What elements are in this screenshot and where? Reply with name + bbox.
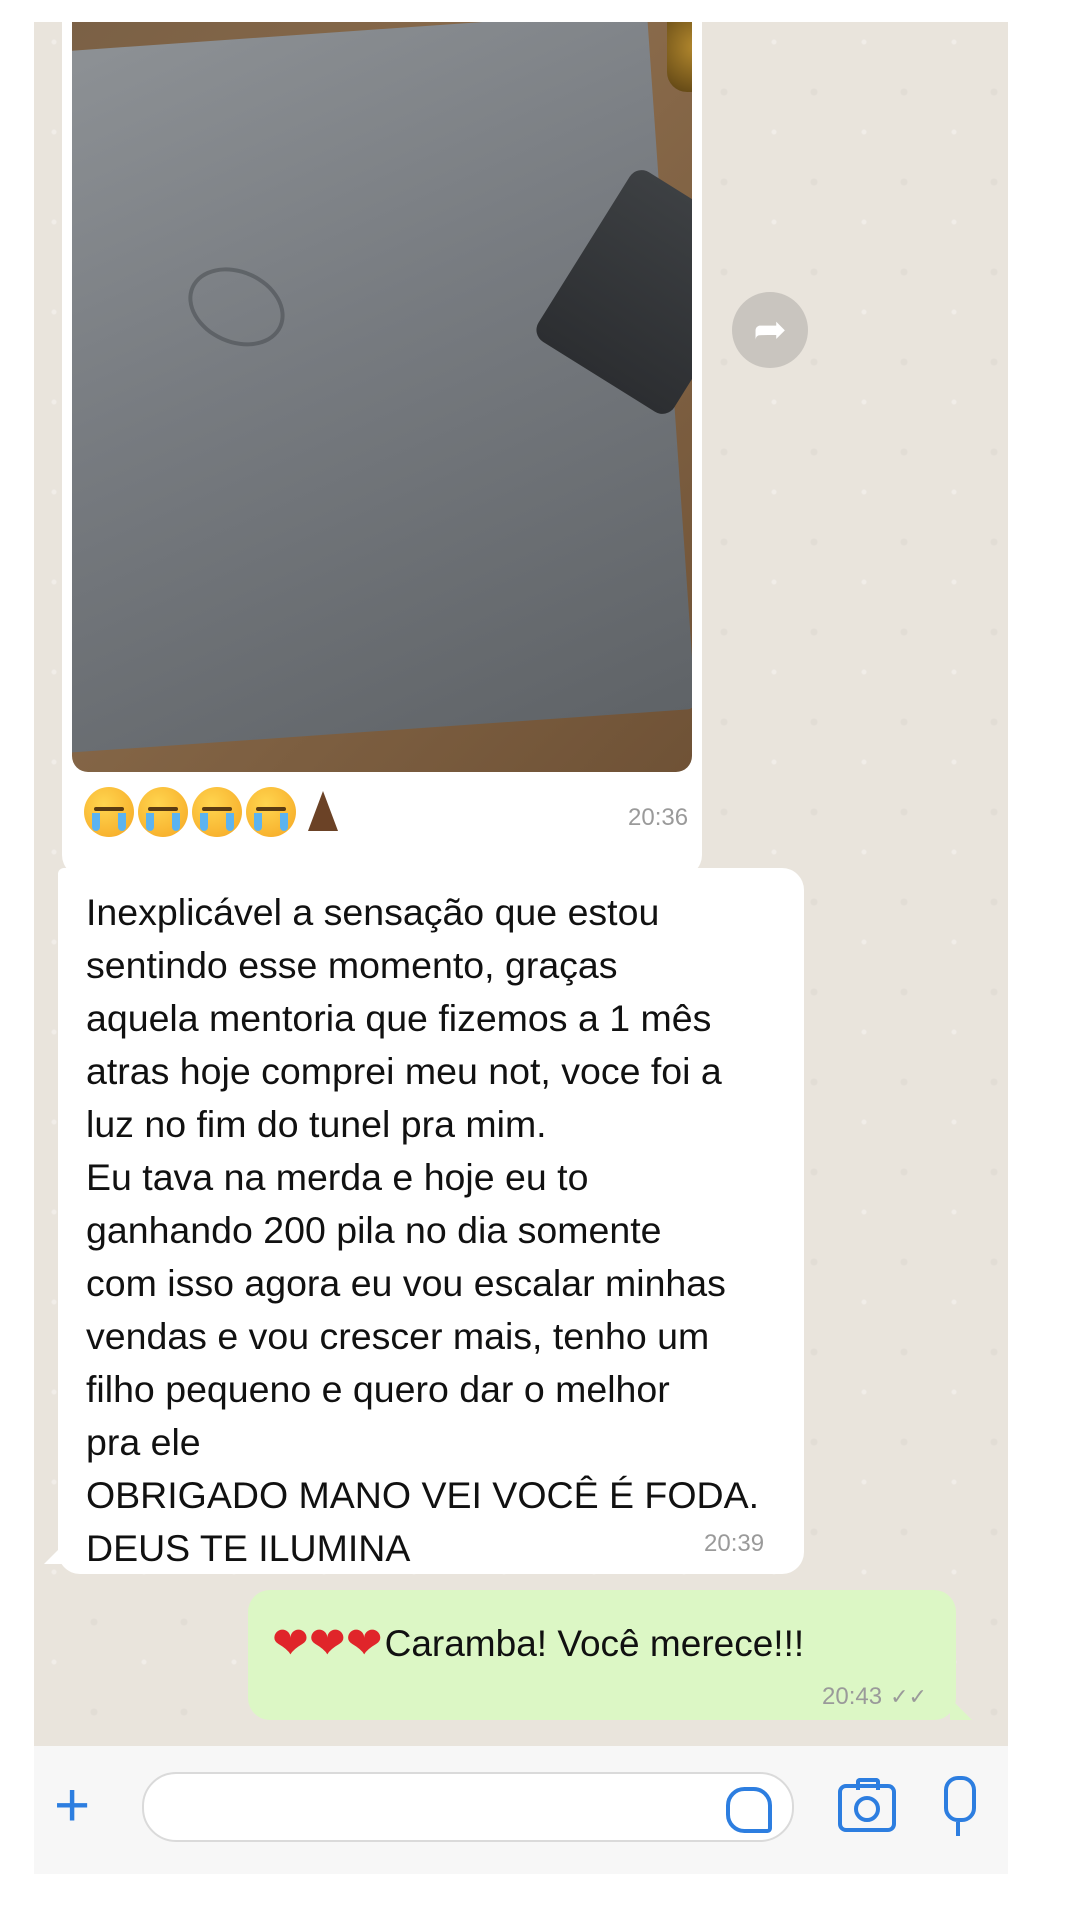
sticker-icon[interactable] [726,1787,772,1833]
bubble-tail [44,1542,66,1564]
read-receipt-icon: ✓✓ [890,1684,927,1709]
crying-face-emoji [84,787,134,837]
message-input[interactable] [142,1772,794,1842]
plus-icon[interactable]: + [54,1775,90,1837]
message-time: 20:43 [822,1683,883,1710]
image-caption-emojis [84,787,346,837]
outgoing-message-meta: 20:43 ✓✓ [822,1683,927,1711]
photo-laptop [72,22,692,754]
dell-logo [175,252,298,362]
laptop-photo[interactable] [72,22,692,772]
forward-icon[interactable]: ➦ [732,292,808,368]
crying-face-emoji [246,787,296,837]
photo-object [667,22,692,92]
mic-icon[interactable] [944,1776,976,1836]
praying-hands-emoji [300,787,346,837]
heart-emojis: ❤❤❤ [272,1619,383,1668]
outgoing-message-content: ❤❤❤ Caramba! Você merece!!! [272,1618,804,1669]
message-time: 20:36 [628,804,689,831]
camera-icon[interactable] [838,1778,896,1832]
outgoing-message-text: Caramba! Você merece!!! [384,1622,805,1664]
image-message-bubble[interactable]: 20:36 [62,22,702,877]
bubble-tail [950,1698,972,1720]
crying-face-emoji [192,787,242,837]
crying-face-emoji [138,787,188,837]
message-text: Inexplicável a sensação que estou sentin… [86,891,760,1569]
message-time: 20:39 [704,1530,765,1557]
